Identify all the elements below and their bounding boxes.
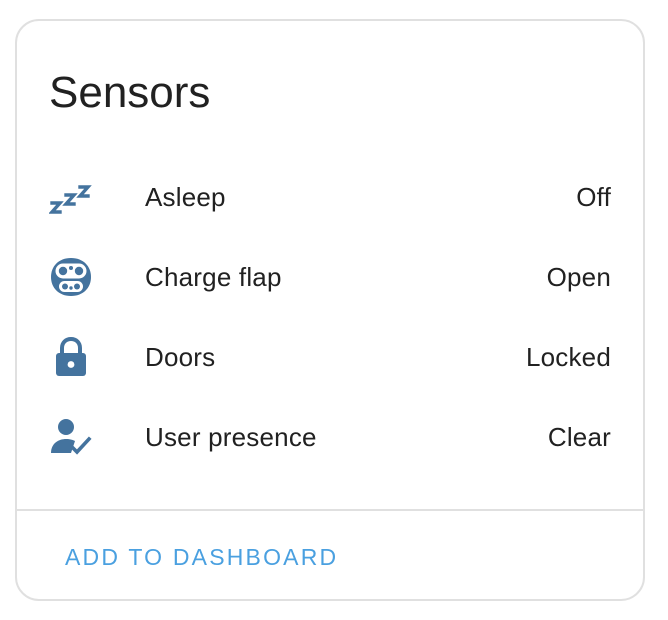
add-to-dashboard-button[interactable]: ADD TO DASHBOARD bbox=[65, 537, 338, 577]
sensor-label: Charge flap bbox=[145, 262, 282, 292]
card-title: Sensors bbox=[49, 68, 211, 117]
sensors-card: Sensors Asleep Off Charge flap Open Door… bbox=[15, 19, 645, 601]
sensor-value: Open bbox=[546, 262, 611, 292]
sensor-value: Locked bbox=[525, 342, 611, 372]
sensor-value: Clear bbox=[547, 422, 611, 452]
lock-icon bbox=[49, 335, 93, 379]
ev-plug-icon bbox=[49, 255, 93, 299]
card-divider bbox=[17, 509, 643, 511]
sensor-row-asleep[interactable]: Asleep Off bbox=[17, 157, 643, 237]
sensor-row-doors[interactable]: Doors Locked bbox=[17, 317, 643, 397]
sensor-label: User presence bbox=[145, 422, 317, 452]
sensor-value: Off bbox=[576, 182, 611, 212]
sensor-label: Doors bbox=[145, 342, 216, 372]
sleep-icon bbox=[49, 175, 93, 219]
sensor-row-user-presence[interactable]: User presence Clear bbox=[17, 397, 643, 477]
sensor-row-charge-flap[interactable]: Charge flap Open bbox=[17, 237, 643, 317]
sensor-label: Asleep bbox=[145, 182, 226, 212]
account-check-icon bbox=[49, 415, 93, 459]
